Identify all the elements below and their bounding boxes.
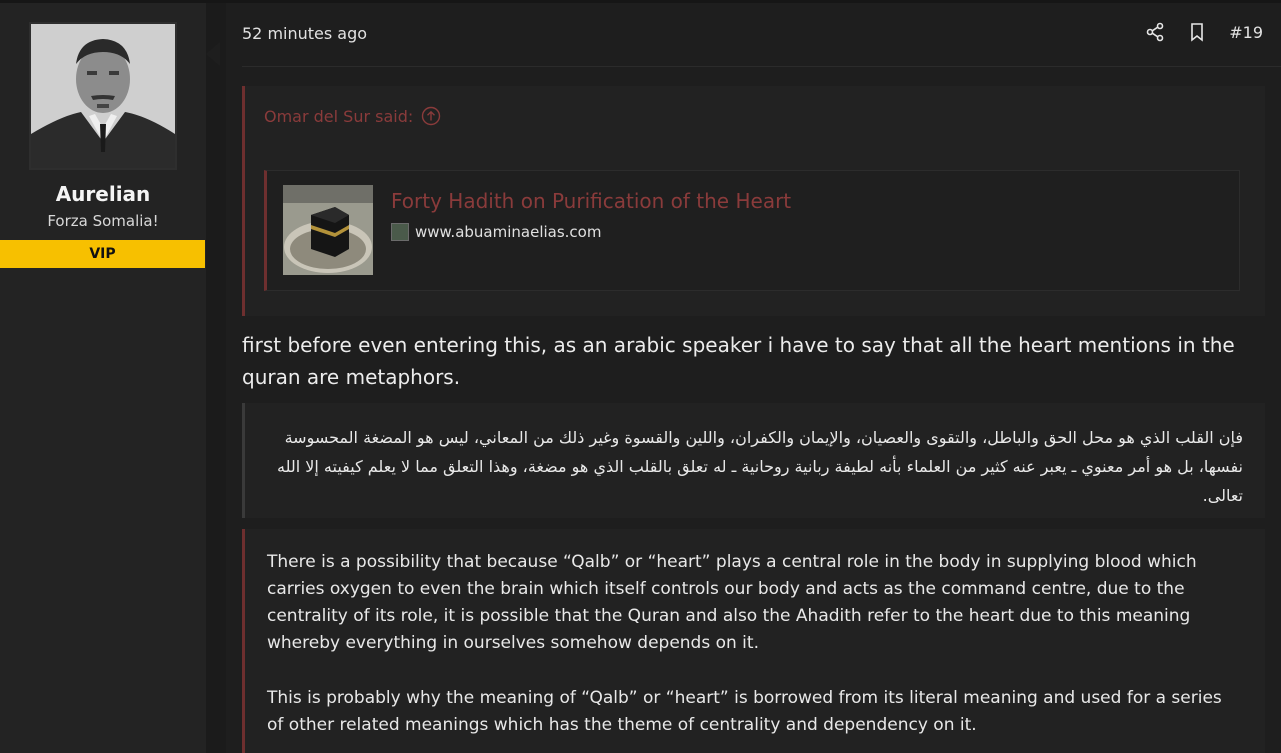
bookmark-icon[interactable]	[1187, 22, 1207, 42]
embed-title[interactable]: Forty Hadith on Purification of the Hear…	[391, 189, 791, 213]
post-meta: 52 minutes ago #19	[242, 3, 1281, 67]
gutter	[206, 3, 226, 753]
embed-site-url[interactable]: www.abuaminaelias.com	[415, 223, 601, 241]
user-panel: Aurelian Forza Somalia! VIP	[0, 3, 206, 753]
post-intro-text: first before even entering this, as an a…	[242, 333, 1235, 389]
share-icon[interactable]	[1145, 22, 1165, 42]
post-main: 52 minutes ago #19 Omar del Sur said: Fo…	[226, 3, 1281, 753]
link-embed[interactable]: Forty Hadith on Purification of the Hear…	[264, 170, 1240, 291]
avatar[interactable]	[29, 22, 177, 170]
english-paragraph-2: This is probably why the meaning of “Qal…	[267, 688, 1222, 735]
post-actions: #19	[1145, 22, 1263, 42]
arrow-up-circle-icon[interactable]	[421, 106, 441, 126]
vip-badge: VIP	[0, 240, 205, 268]
quote-block: Omar del Sur said: Forty Hadith on Purif…	[242, 86, 1265, 316]
username[interactable]: Aurelian	[0, 182, 206, 206]
arabic-quote-block: فإن القلب الذي هو محل الحق والباطل، والت…	[242, 403, 1265, 518]
quote-author[interactable]: Omar del Sur said:	[264, 107, 413, 126]
kaaba-thumbnail[interactable]	[283, 185, 373, 275]
message-arrow	[206, 42, 220, 66]
user-title: Forza Somalia!	[47, 212, 159, 230]
english-quote-block: There is a possibility that because “Qal…	[242, 529, 1265, 753]
embed-site[interactable]: www.abuaminaelias.com	[391, 223, 601, 241]
quote-author-link[interactable]: Omar del Sur said:	[264, 106, 441, 126]
english-paragraph-1: There is a possibility that because “Qal…	[267, 552, 1197, 653]
post-date[interactable]: 52 minutes ago	[242, 24, 367, 43]
site-favicon-icon	[391, 223, 409, 241]
arabic-text: فإن القلب الذي هو محل الحق والباطل، والت…	[276, 428, 1243, 505]
post-number[interactable]: #19	[1229, 23, 1263, 42]
